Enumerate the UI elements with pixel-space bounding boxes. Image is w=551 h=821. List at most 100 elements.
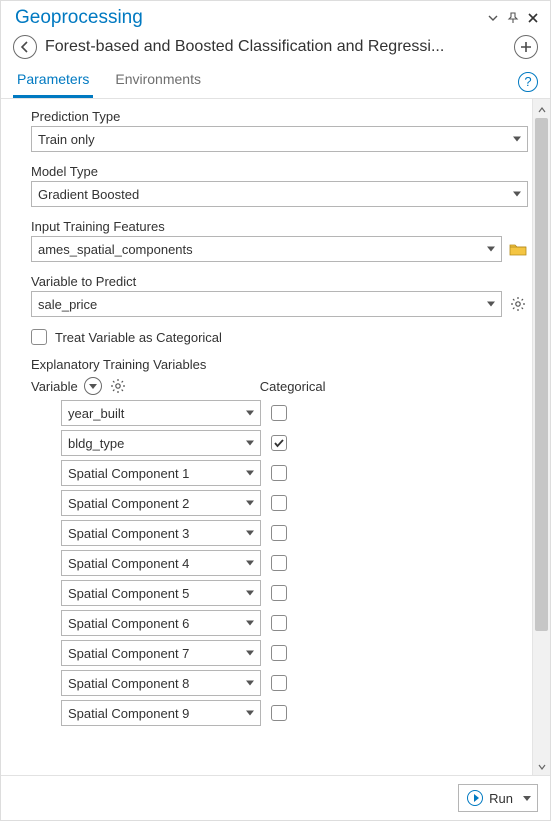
combo-input-training[interactable]: ames_spatial_components [31,236,502,262]
field-model-type: Model Type Gradient Boosted [31,164,528,207]
add-tool-button[interactable] [514,35,538,59]
field-prediction-type: Prediction Type Train only [31,109,528,152]
explanatory-variable-row: Spatial Component 2 [61,490,528,516]
browse-button[interactable] [508,239,528,259]
arrow-left-icon [19,41,31,53]
chevron-down-icon [513,192,521,197]
scrollbar-thumb[interactable] [535,118,548,631]
chevron-down-icon [246,501,254,506]
select-model-type[interactable]: Gradient Boosted [31,181,528,207]
explanatory-variable-row: year_built [61,400,528,426]
categorical-checkbox[interactable] [271,645,287,661]
variable-value: Spatial Component 5 [68,586,189,601]
variable-select[interactable]: Spatial Component 7 [61,640,261,666]
categorical-checkbox[interactable] [271,555,287,571]
variable-menu-button[interactable] [84,377,102,395]
footer: Run [1,775,550,820]
variable-select[interactable]: Spatial Component 9 [61,700,261,726]
variable-settings-button[interactable] [108,376,128,396]
scroll-up-icon[interactable] [533,102,550,118]
tabs: Parameters Environments ? [1,65,550,99]
select-value: Gradient Boosted [38,187,139,202]
chevron-down-icon [246,471,254,476]
explanatory-variable-row: Spatial Component 5 [61,580,528,606]
scroll-down-icon[interactable] [533,759,550,775]
settings-button[interactable] [508,294,528,314]
explanatory-variable-table: year_built bldg_type Spatial Component 1 Sp… [31,400,528,726]
categorical-checkbox[interactable] [271,405,287,421]
variable-value: Spatial Component 3 [68,526,189,541]
panel-title: Geoprocessing [15,7,480,29]
explanatory-header-row: Variable Categorical [31,376,528,396]
run-label: Run [489,791,513,806]
header-variable: Variable [31,379,78,394]
section-explanatory-label: Explanatory Training Variables [31,357,528,372]
chevron-down-icon [513,137,521,142]
run-button[interactable]: Run [458,784,538,812]
vertical-scrollbar[interactable] [532,99,550,775]
explanatory-variable-row: Spatial Component 7 [61,640,528,666]
variable-select[interactable]: Spatial Component 3 [61,520,261,546]
title-bar: Geoprocessing [1,1,550,31]
variable-value: Spatial Component 8 [68,676,189,691]
variable-value: year_built [68,406,124,421]
variable-value: bldg_type [68,436,124,451]
variable-select[interactable]: Spatial Component 6 [61,610,261,636]
content-wrap: Prediction Type Train only Model Type Gr… [1,99,550,775]
chevron-down-icon [246,621,254,626]
close-icon[interactable] [526,11,540,25]
variable-value: Spatial Component 9 [68,706,189,721]
chevron-down-icon [246,591,254,596]
caret-down-icon[interactable] [486,11,500,25]
tool-header: Forest-based and Boosted Classification … [1,31,550,65]
back-button[interactable] [13,35,37,59]
select-prediction-type[interactable]: Train only [31,126,528,152]
folder-icon [509,242,527,257]
tab-parameters[interactable]: Parameters [13,65,93,98]
variable-select[interactable]: Spatial Component 5 [61,580,261,606]
categorical-checkbox[interactable] [271,615,287,631]
variable-select[interactable]: Spatial Component 2 [61,490,261,516]
help-button[interactable]: ? [518,72,538,92]
label-model-type: Model Type [31,164,528,179]
header-categorical: Categorical [260,379,326,394]
variable-select[interactable]: bldg_type [61,430,261,456]
field-variable-to-predict: Variable to Predict sale_price [31,274,528,317]
label-input-training: Input Training Features [31,219,528,234]
chevron-down-icon [246,411,254,416]
categorical-checkbox[interactable] [271,435,287,451]
variable-value: Spatial Component 6 [68,616,189,631]
label-treat-categorical: Treat Variable as Categorical [55,330,222,345]
categorical-checkbox[interactable] [271,525,287,541]
chevron-down-icon [487,247,495,252]
variable-select[interactable]: year_built [61,400,261,426]
label-prediction-type: Prediction Type [31,109,528,124]
explanatory-variable-row: Spatial Component 1 [61,460,528,486]
tab-environments[interactable]: Environments [111,65,205,98]
chevron-down-icon [523,796,531,801]
explanatory-variable-row: Spatial Component 8 [61,670,528,696]
variable-value: Spatial Component 4 [68,556,189,571]
chevron-down-icon [246,711,254,716]
variable-select[interactable]: Spatial Component 4 [61,550,261,576]
play-icon [467,790,483,806]
variable-select[interactable]: Spatial Component 8 [61,670,261,696]
gear-icon [510,296,526,312]
variable-select[interactable]: Spatial Component 1 [61,460,261,486]
field-treat-categorical: Treat Variable as Categorical [31,329,528,345]
chevron-down-icon [246,531,254,536]
checkbox-treat-categorical[interactable] [31,329,47,345]
chevron-down-icon [246,651,254,656]
combo-variable-to-predict[interactable]: sale_price [31,291,502,317]
scrollbar-track[interactable] [533,118,550,759]
geoprocessing-panel: Geoprocessing Forest-based and Boosted C… [0,0,551,821]
categorical-checkbox[interactable] [271,585,287,601]
combo-value: ames_spatial_components [38,242,193,257]
categorical-checkbox[interactable] [271,465,287,481]
pin-icon[interactable] [506,11,520,25]
categorical-checkbox[interactable] [271,675,287,691]
categorical-checkbox[interactable] [271,705,287,721]
explanatory-variable-row: Spatial Component 9 [61,700,528,726]
categorical-checkbox[interactable] [271,495,287,511]
explanatory-variable-row: Spatial Component 6 [61,610,528,636]
